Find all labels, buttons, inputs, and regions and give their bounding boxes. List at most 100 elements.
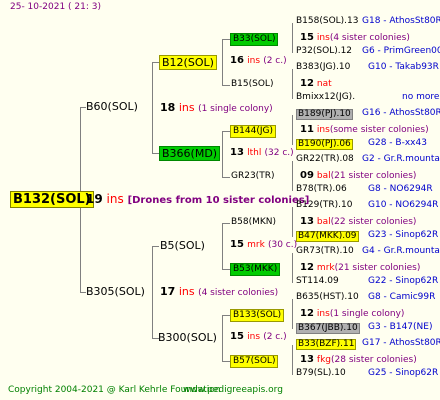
- gen5-ins-row: 11 ins(some sister colonies): [300, 125, 429, 135]
- gen4-ins-unit: ins: [247, 332, 261, 342]
- connector: [222, 361, 230, 362]
- gen5-queen[interactable]: B79(SL).10: [296, 369, 346, 378]
- gen5-origin-code: G16 - AthosSt80R: [362, 108, 440, 118]
- gen5-ins-row: 12 mrk(21 sister colonies): [300, 263, 420, 273]
- gen4-queen-7[interactable]: B133(SOL): [230, 309, 285, 322]
- connector: [222, 315, 223, 361]
- site-link[interactable]: www.pedigreeapis.org: [183, 386, 283, 395]
- root-ins-count: 19: [86, 192, 103, 206]
- gen5-queen[interactable]: B47(MKK).09: [296, 231, 359, 242]
- gen4-queen-4[interactable]: GR23(TR): [231, 172, 274, 181]
- gen4-queen-2[interactable]: B15(SOL): [231, 80, 273, 89]
- gen5-queen[interactable]: B78(TR).06: [296, 185, 347, 194]
- gen5-queen[interactable]: B158(SOL).13: [296, 17, 359, 26]
- gen3-queen-1[interactable]: B12(SOL): [159, 55, 217, 70]
- connector: [292, 23, 293, 53]
- connector: [292, 299, 293, 329]
- gen4-ins-unit: mrk: [247, 240, 265, 250]
- gen4-queen-8[interactable]: B57(SOL): [230, 355, 279, 368]
- connector: [292, 115, 293, 145]
- connector: [222, 85, 230, 86]
- connector: [222, 315, 230, 316]
- connector: [292, 207, 293, 237]
- gen5-queen[interactable]: B129(TR).10: [296, 201, 352, 210]
- gen5-origin-code: G4 - Gr.R.mounta: [362, 246, 440, 256]
- gen4-queen-5[interactable]: B58(MKN): [231, 218, 276, 227]
- gen4-ins-unit: ins: [247, 56, 261, 66]
- gen5-ins-unit: fkg: [316, 355, 332, 365]
- gen5-ins-unit: ins: [316, 33, 330, 43]
- gen5-ins-unit: ins: [316, 309, 330, 319]
- gen4-ins-note: (32 c.): [264, 148, 294, 158]
- gen5-queen[interactable]: B33(BZF).11: [296, 339, 357, 350]
- gen5-queen[interactable]: P32(SOL).12: [296, 47, 352, 56]
- connector: [152, 62, 153, 153]
- gen4-queen-1[interactable]: B33(SOL): [230, 33, 279, 46]
- gen5-ins-count: 12: [300, 262, 314, 273]
- gen4-queen-3[interactable]: B144(JG): [230, 125, 277, 138]
- gen4-ins-count: 15: [230, 331, 244, 342]
- gen5-queen[interactable]: B367(JBB).10: [296, 323, 360, 334]
- gen3-ins-note: (4 sister colonies): [198, 288, 279, 298]
- gen5-queen[interactable]: GR73(TR).10: [296, 247, 354, 256]
- gen4-queen-6[interactable]: B53(MKK): [230, 263, 281, 276]
- gen4-ins-note: (2 c.): [263, 56, 287, 66]
- gen5-ins-count: 11: [300, 124, 314, 135]
- gen4-ins-unit: lthl: [247, 148, 262, 158]
- pedigree-canvas: 25- 10-2021 ( 21: 3) B132(SOL) 19 ins [D…: [0, 0, 440, 400]
- gen5-ins-row: 12 nat: [300, 79, 332, 89]
- gen2-upper-queen[interactable]: B60(SOL): [86, 101, 138, 112]
- gen5-ins-unit: mrk: [316, 263, 335, 273]
- connector: [222, 269, 230, 270]
- connector: [292, 161, 293, 191]
- gen3-info-2: 17 ins (4 sister colonies): [160, 286, 278, 298]
- connector: [152, 246, 153, 338]
- gen5-ins-note: (some sister colonies): [329, 125, 429, 135]
- gen4-info-4: 15 ins (2 c.): [230, 332, 287, 342]
- gen5-ins-count: 15: [300, 32, 314, 43]
- gen3-queen-2[interactable]: B366(MD): [159, 146, 221, 161]
- connector: [152, 153, 159, 154]
- connector: [222, 131, 230, 132]
- gen5-queen[interactable]: ST114.09: [296, 277, 339, 286]
- connector: [222, 177, 230, 178]
- gen3-info-1: 18 ins (1 single colony): [160, 102, 273, 114]
- gen5-origin-code: G10 - NO6294R: [368, 200, 439, 210]
- gen5-queen[interactable]: B190(PJ).06: [296, 139, 353, 150]
- gen5-ins-note: (4 sister colonies): [329, 33, 410, 43]
- gen3-queen-3[interactable]: B5(SOL): [160, 240, 205, 251]
- gen5-ins-note: (21 sister colonies): [330, 171, 417, 181]
- gen5-ins-count: 12: [300, 78, 314, 89]
- gen5-ins-count: 13: [300, 216, 314, 227]
- gen4-info-2: 13 lthl (32 c.): [230, 148, 294, 158]
- gen4-info-1: 16 ins (2 c.): [230, 56, 287, 66]
- gen5-ins-note: (28 sister colonies): [331, 355, 417, 365]
- gen5-ins-row: 13 bal(22 sister colonies): [300, 217, 416, 227]
- gen5-queen[interactable]: B383(JG).10: [296, 63, 350, 72]
- gen3-queen-4[interactable]: B300(SOL): [158, 332, 217, 343]
- root-info: 19 ins [Drones from 10 sister colonies]: [86, 193, 309, 206]
- gen5-queen[interactable]: B635(HST).10: [296, 293, 359, 302]
- gen2-lower-queen[interactable]: B305(SOL): [86, 286, 145, 297]
- gen5-ins-unit: nat: [316, 79, 332, 89]
- connector: [222, 223, 223, 269]
- gen5-queen[interactable]: Bmixx12(JG).: [296, 93, 355, 102]
- gen5-ins-count: 13: [300, 354, 314, 365]
- gen5-ins-count: 09: [300, 170, 314, 181]
- gen3-ins-count: 17: [160, 285, 176, 298]
- gen5-queen[interactable]: B189(PJ).10: [296, 109, 353, 120]
- gen4-ins-note: (2 c.): [263, 332, 287, 342]
- gen5-origin-code: G23 - Sinop62R: [368, 230, 439, 240]
- gen5-ins-unit: ins: [316, 125, 330, 135]
- connector: [292, 345, 293, 375]
- timestamp: 25- 10-2021 ( 21: 3): [10, 2, 101, 12]
- gen5-queen[interactable]: GR22(TR).08: [296, 155, 354, 164]
- connector: [222, 131, 223, 177]
- root-queen[interactable]: B132(SOL): [10, 191, 94, 208]
- connector: [152, 246, 159, 247]
- gen5-origin-code: G10 - Takab93R: [368, 62, 439, 72]
- gen5-ins-unit: bal: [316, 217, 331, 227]
- connector: [222, 39, 223, 85]
- gen4-info-3: 15 mrk (30 c.): [230, 240, 297, 250]
- gen5-ins-note: (1 single colony): [329, 309, 405, 319]
